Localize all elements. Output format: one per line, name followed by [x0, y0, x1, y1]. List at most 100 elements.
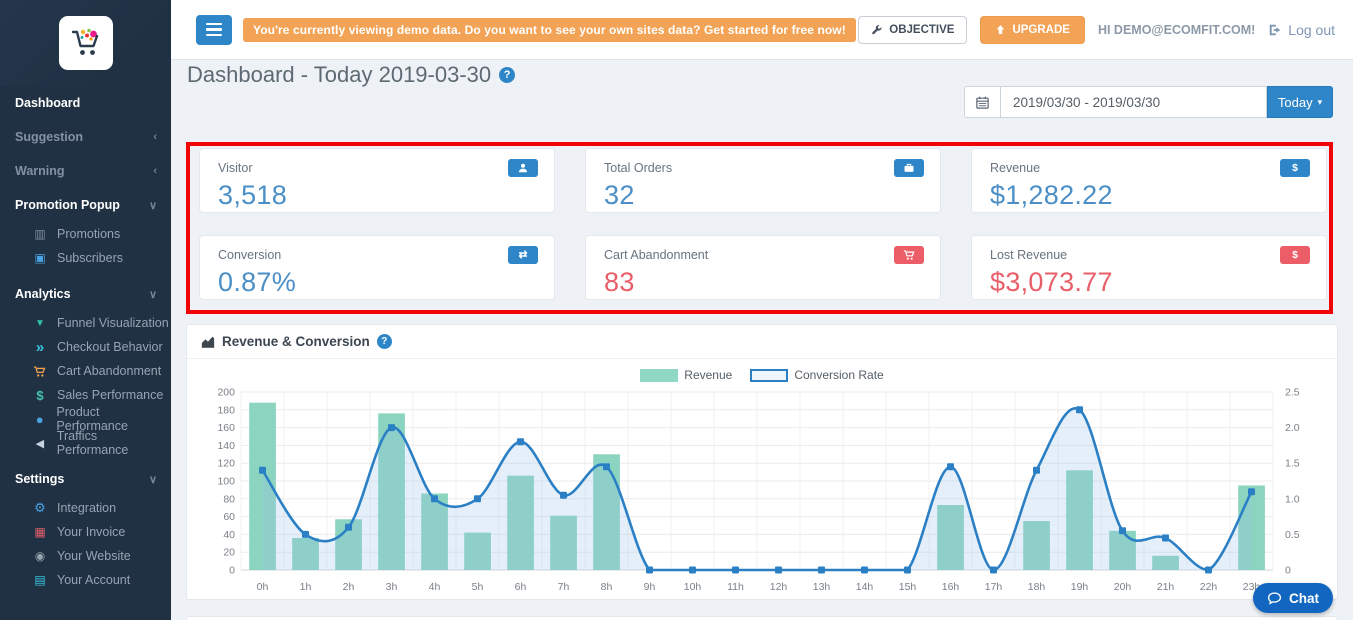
ecomfit-logo[interactable] — [59, 16, 113, 70]
page-title: Dashboard - Today 2019-03-30 — [187, 62, 491, 88]
page-title-row: Dashboard - Today 2019-03-30 ? — [187, 62, 515, 88]
svg-text:20h: 20h — [1114, 581, 1132, 593]
sidebar-item-suggestion[interactable]: Suggestion ‹ — [0, 120, 171, 154]
svg-text:160: 160 — [217, 422, 235, 434]
help-icon[interactable]: ? — [499, 67, 515, 83]
svg-text:80: 80 — [223, 493, 235, 505]
sidebar-item-funnel-visualization[interactable]: ▼ Funnel Visualization — [0, 311, 171, 335]
sidebar-item-label: Traffics Performance — [57, 429, 171, 457]
upgrade-label: UPGRADE — [1012, 24, 1070, 36]
today-label: Today — [1278, 95, 1313, 110]
cart-icon — [30, 365, 50, 378]
svg-text:10h: 10h — [684, 581, 702, 593]
svg-text:9h: 9h — [644, 581, 656, 593]
svg-text:5h: 5h — [472, 581, 484, 593]
sidebar-item-label: Suggestion — [15, 130, 83, 144]
svg-text:22h: 22h — [1200, 581, 1218, 593]
sidebar-item-promotion-popup[interactable]: Promotion Popup ∨ — [0, 188, 171, 222]
topbar: You're currently viewing demo data. Do y… — [171, 0, 1353, 60]
stat-card-revenue: Revenue $ $1,282.22 — [971, 148, 1327, 213]
sidebar-item-label: Settings — [15, 472, 64, 486]
svg-text:1h: 1h — [300, 581, 312, 593]
stat-value: $3,073.77 — [990, 267, 1310, 298]
stat-cards: Visitor 3,518 Total Orders 32 Revenue $ … — [199, 148, 1327, 300]
chevron-left-icon: ‹ — [153, 165, 157, 177]
stat-card-lost-revenue: Lost Revenue $ $3,073.77 — [971, 235, 1327, 300]
svg-text:2.5: 2.5 — [1285, 387, 1300, 399]
sidebar-item-sales-performance[interactable]: $ Sales Performance — [0, 383, 171, 407]
sidebar-item-dashboard[interactable]: Dashboard — [0, 86, 171, 120]
sidebar-item-settings[interactable]: Settings ∨ — [0, 462, 171, 496]
svg-text:1.0: 1.0 — [1285, 493, 1300, 505]
stat-card-conversion: Conversion ⇄ 0.87% — [199, 235, 555, 300]
legend-revenue[interactable]: Revenue — [640, 368, 732, 382]
chat-button[interactable]: Chat — [1253, 583, 1333, 613]
sidebar-item-cart-abandonment[interactable]: Cart Abandonment — [0, 359, 171, 383]
help-icon[interactable]: ? — [377, 334, 392, 349]
main-content: You're currently viewing demo data. Do y… — [171, 0, 1353, 620]
dollar-icon: $ — [30, 388, 50, 403]
sidebar-item-integration[interactable]: ⚙ Integration — [0, 496, 171, 520]
sidebar-item-your-website[interactable]: ◉ Your Website — [0, 544, 171, 568]
sidebar-item-label: Cart Abandonment — [57, 364, 161, 378]
cart-icon — [894, 246, 924, 264]
hamburger-icon — [206, 23, 222, 26]
calendar-addon[interactable] — [964, 86, 1000, 118]
sidebar-item-checkout-behavior[interactable]: » Checkout Behavior — [0, 335, 171, 359]
legend-conversion-rate[interactable]: Conversion Rate — [750, 368, 883, 382]
sidebar-item-promotions[interactable]: ▥ Promotions — [0, 222, 171, 246]
menu-toggle-button[interactable] — [196, 15, 232, 45]
logout-link[interactable]: Log out — [1268, 22, 1335, 38]
sidebar-item-subscribers[interactable]: ▣ Subscribers — [0, 246, 171, 270]
stat-value: 3,518 — [218, 180, 538, 211]
dollar-icon: $ — [1280, 246, 1310, 264]
stat-label: Total Orders — [604, 159, 672, 175]
panel-header: Revenue & Conversion ? — [187, 325, 1337, 359]
legend-conversion-swatch — [750, 369, 788, 382]
svg-text:4h: 4h — [429, 581, 441, 593]
chevron-down-icon: ∨ — [149, 288, 157, 301]
stat-value: 0.87% — [218, 267, 538, 298]
chevron-down-icon: ∨ — [149, 199, 157, 212]
sidebar-item-traffics-performance[interactable]: ◀ Traffics Performance — [0, 431, 171, 455]
legend-revenue-label: Revenue — [684, 368, 732, 382]
sidebar-item-label: Dashboard — [15, 96, 80, 110]
svg-text:40: 40 — [223, 529, 235, 541]
demo-data-banner[interactable]: You're currently viewing demo data. Do y… — [243, 18, 856, 42]
up-arrow-icon — [995, 24, 1006, 35]
sidebar-item-label: Integration — [57, 501, 116, 515]
svg-text:8h: 8h — [601, 581, 613, 593]
sidebar-item-your-account[interactable]: ▤ Your Account — [0, 568, 171, 592]
stat-label: Cart Abandonment — [604, 246, 708, 262]
svg-text:11h: 11h — [727, 581, 744, 593]
svg-text:200: 200 — [217, 387, 235, 399]
sidebar-item-label: Funnel Visualization — [57, 316, 169, 330]
sidebar-item-label: Analytics — [15, 287, 71, 301]
sidebar-item-warning[interactable]: Warning ‹ — [0, 154, 171, 188]
today-dropdown-button[interactable]: Today ▾ — [1267, 86, 1333, 118]
legend-conversion-label: Conversion Rate — [794, 368, 883, 382]
svg-text:12h: 12h — [770, 581, 788, 593]
sidebar-item-your-invoice[interactable]: ▦ Your Invoice — [0, 520, 171, 544]
calendar-icon — [975, 95, 990, 110]
sidebar: Dashboard Suggestion ‹ Warning ‹ Promoti… — [0, 0, 171, 620]
sidebar-item-product-performance[interactable]: ● Product Performance — [0, 407, 171, 431]
svg-text:18h: 18h — [1028, 581, 1046, 593]
date-range-input[interactable] — [1000, 86, 1267, 118]
chat-label: Chat — [1289, 591, 1319, 606]
sidebar-item-label: Your Invoice — [57, 525, 125, 539]
megaphone-icon: ◀ — [30, 437, 50, 450]
stat-label: Revenue — [990, 159, 1040, 175]
svg-text:0: 0 — [229, 565, 235, 577]
logout-icon — [1268, 23, 1282, 37]
svg-text:19h: 19h — [1071, 581, 1089, 593]
stat-card-cart-abandonment: Cart Abandonment 83 — [585, 235, 941, 300]
stat-card-total-orders: Total Orders 32 — [585, 148, 941, 213]
sidebar-item-analytics[interactable]: Analytics ∨ — [0, 277, 171, 311]
svg-text:120: 120 — [217, 458, 235, 470]
chat-bubble-icon — [1267, 591, 1282, 606]
sidebar-item-label: Your Website — [57, 549, 131, 563]
upgrade-button[interactable]: UPGRADE — [980, 16, 1085, 44]
svg-text:7h: 7h — [558, 581, 570, 593]
objective-button[interactable]: OBJECTIVE — [858, 16, 967, 44]
